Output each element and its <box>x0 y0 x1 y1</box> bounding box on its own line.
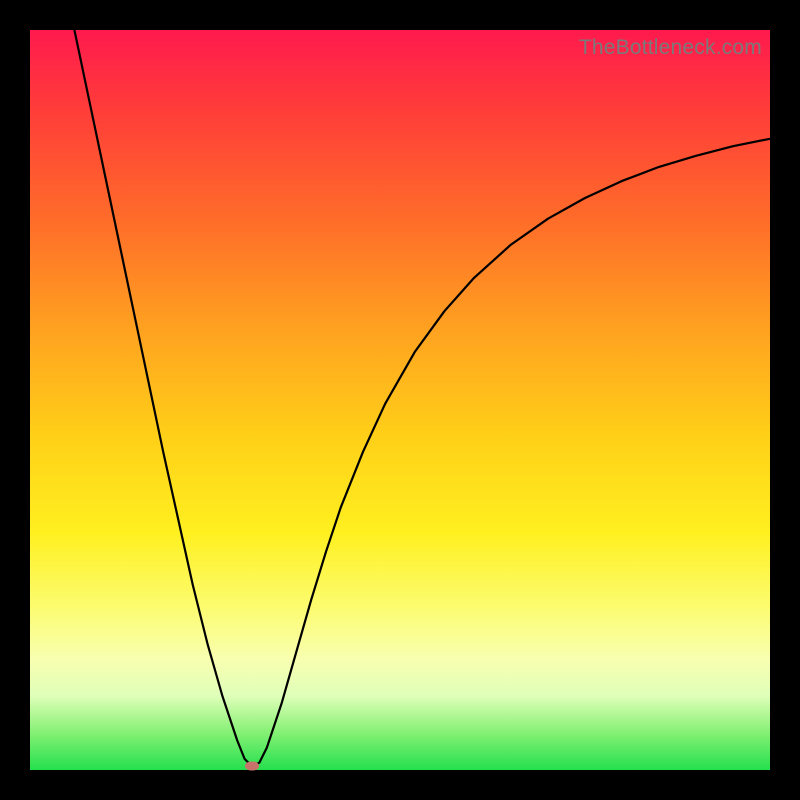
chart-stage: TheBottleneck.com <box>0 0 800 800</box>
bottleneck-curve <box>74 30 770 766</box>
plot-area: TheBottleneck.com <box>30 30 770 770</box>
minimum-marker <box>245 762 259 771</box>
curve-svg <box>30 30 770 770</box>
